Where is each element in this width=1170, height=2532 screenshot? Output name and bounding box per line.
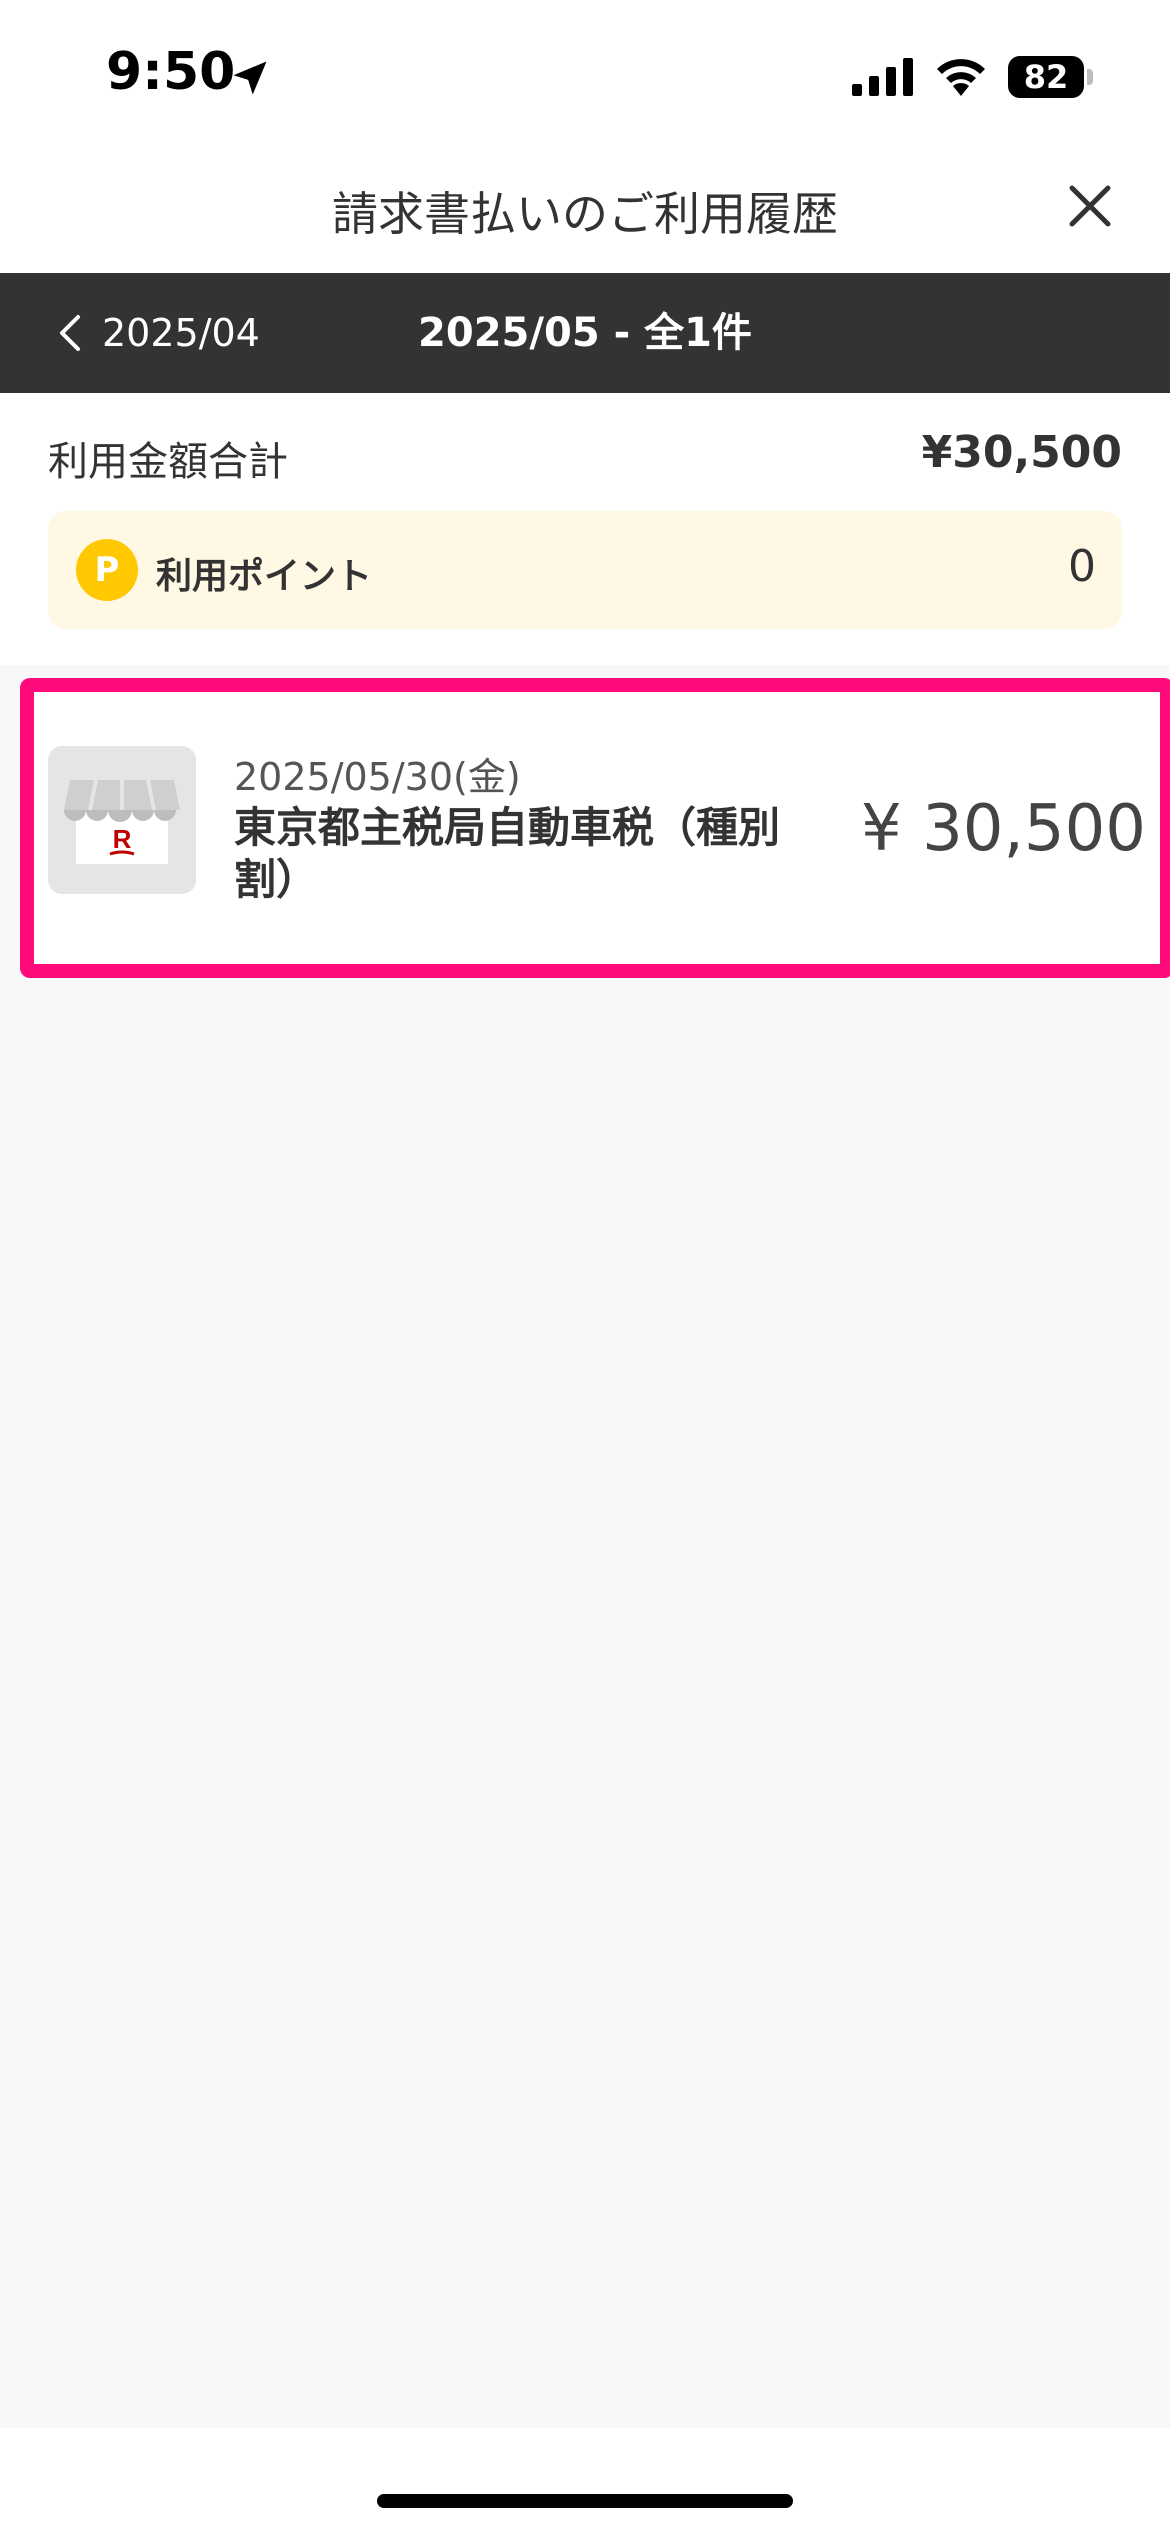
close-icon[interactable] bbox=[1064, 180, 1116, 232]
shop-storefront-icon: R bbox=[64, 779, 180, 864]
svg-text:R: R bbox=[113, 824, 132, 854]
transaction-date: 2025/05/30(金) bbox=[234, 755, 521, 799]
usage-summary: 利用金額合計 ¥30,500 P 利用ポイント 0 bbox=[0, 393, 1170, 665]
location-arrow-icon bbox=[233, 61, 267, 95]
status-time: 9:50 bbox=[106, 42, 236, 102]
rakuten-shop-icon: R bbox=[48, 746, 196, 894]
status-bar: 9:50 82 bbox=[0, 0, 1170, 150]
month-navigation: 2025/05 - 全1件 2025/04 bbox=[0, 273, 1170, 393]
signal-icon bbox=[852, 58, 913, 96]
wifi-icon bbox=[937, 59, 985, 96]
total-amount-value: ¥30,500 bbox=[921, 427, 1122, 478]
points-label: 利用ポイント bbox=[156, 556, 373, 597]
points-box: P 利用ポイント 0 bbox=[48, 511, 1122, 629]
prev-month-label: 2025/04 bbox=[102, 311, 260, 355]
home-area bbox=[0, 2428, 1170, 2532]
battery-icon: 82 bbox=[1008, 56, 1093, 98]
battery-level: 82 bbox=[1008, 56, 1084, 98]
point-badge-icon: P bbox=[76, 539, 138, 601]
transaction-row[interactable]: R 2025/05/30(金) 東京都主税局自動車税（種別割） ¥ 30,500 bbox=[20, 678, 1170, 978]
points-value: 0 bbox=[1068, 541, 1096, 592]
modal-header: 請求書払いのご利用履歴 bbox=[0, 150, 1170, 273]
home-indicator[interactable] bbox=[377, 2494, 793, 2508]
prev-month-button[interactable]: 2025/04 bbox=[56, 273, 260, 393]
chevron-left-icon bbox=[60, 315, 80, 351]
battery-cap bbox=[1087, 69, 1093, 85]
total-amount-label: 利用金額合計 bbox=[48, 439, 288, 485]
transaction-amount: ¥ 30,500 bbox=[861, 792, 1146, 866]
transaction-merchant: 東京都主税局自動車税（種別割） bbox=[234, 803, 781, 904]
page-title: 請求書払いのご利用履歴 bbox=[332, 187, 838, 241]
